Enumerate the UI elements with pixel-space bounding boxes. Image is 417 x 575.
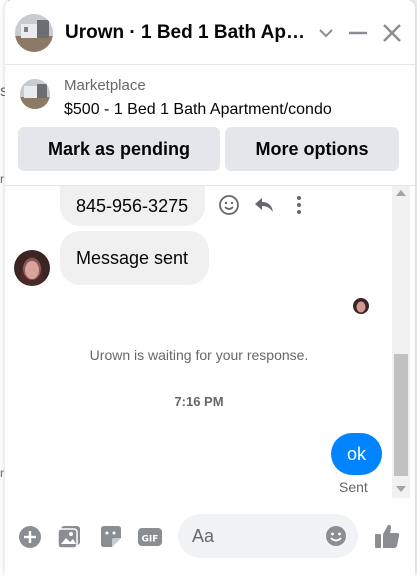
more-actions-icon[interactable] [288, 194, 310, 216]
message-scrollbar[interactable] [392, 186, 410, 498]
delivery-status: Sent [339, 479, 368, 495]
outgoing-message-bubble[interactable]: ok [331, 433, 382, 475]
message-input-placeholder: Aa [192, 526, 215, 546]
message-composer: GIF Aa [5, 505, 415, 575]
svg-text:GIF: GIF [142, 535, 159, 545]
emoji-react-icon[interactable] [218, 194, 240, 216]
scroll-down-arrow-icon[interactable] [396, 486, 406, 492]
photo-icon[interactable] [57, 524, 83, 550]
sticker-icon[interactable] [98, 524, 124, 550]
scroll-up-arrow-icon[interactable] [396, 190, 406, 196]
message-timestamp: 7:16 PM [174, 394, 224, 409]
chevron-down-icon[interactable] [313, 20, 339, 46]
listing-title[interactable]: $500 - 1 Bed 1 Bath Apartment/condo [64, 101, 332, 119]
plus-icon[interactable] [17, 524, 43, 550]
chat-header: Urown · 1 Bed 1 Bath Apartment/condo [5, 0, 415, 65]
close-icon[interactable] [379, 20, 405, 46]
mark-as-pending-button[interactable]: Mark as pending [18, 127, 220, 171]
seen-indicator-avatar [353, 298, 369, 314]
message-bubble[interactable]: 845-956-3275 [60, 186, 205, 226]
gif-icon[interactable]: GIF [137, 524, 163, 550]
reply-icon[interactable] [253, 194, 275, 216]
chat-window: Urown · 1 Bed 1 Bath Apartment/condo Mar… [5, 0, 415, 575]
listing-avatar[interactable] [15, 14, 53, 52]
minimize-icon[interactable] [345, 20, 371, 46]
waiting-notice: Urown is waiting for your response. [89, 347, 309, 363]
more-options-button[interactable]: More options [225, 127, 399, 171]
emoji-icon[interactable] [324, 524, 348, 548]
background-text-fragment: r [0, 172, 4, 186]
chat-title[interactable]: Urown · 1 Bed 1 Bath Apartment/condo [65, 22, 310, 44]
marketplace-listing: Marketplace $500 - 1 Bed 1 Bath Apartmen… [5, 65, 415, 186]
message-input[interactable]: Aa [178, 514, 358, 558]
scroll-thumb[interactable] [394, 354, 408, 476]
message-bubble[interactable]: Message sent [60, 231, 209, 285]
sender-avatar[interactable] [14, 250, 50, 286]
listing-thumbnail[interactable] [20, 79, 50, 109]
marketplace-label: Marketplace [64, 77, 146, 94]
like-icon[interactable] [373, 522, 401, 550]
background-text-fragment: r [0, 466, 4, 480]
